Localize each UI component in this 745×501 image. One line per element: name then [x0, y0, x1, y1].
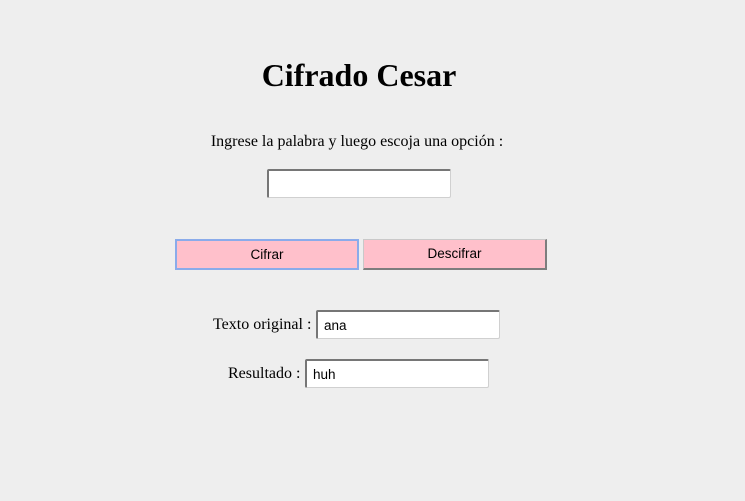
descifrar-button[interactable]: Descifrar: [363, 239, 547, 270]
result-field[interactable]: [305, 359, 489, 388]
original-text-label: Texto original :: [213, 316, 312, 333]
original-text-field[interactable]: [316, 310, 500, 339]
cifrar-button[interactable]: Cifrar: [175, 239, 359, 270]
word-input[interactable]: [267, 169, 451, 198]
result-label: Resultado :: [228, 365, 301, 382]
page-title: Cifrado Cesar: [261, 57, 457, 93]
instruction-text: Ingrese la palabra y luego escoja una op…: [210, 133, 504, 150]
